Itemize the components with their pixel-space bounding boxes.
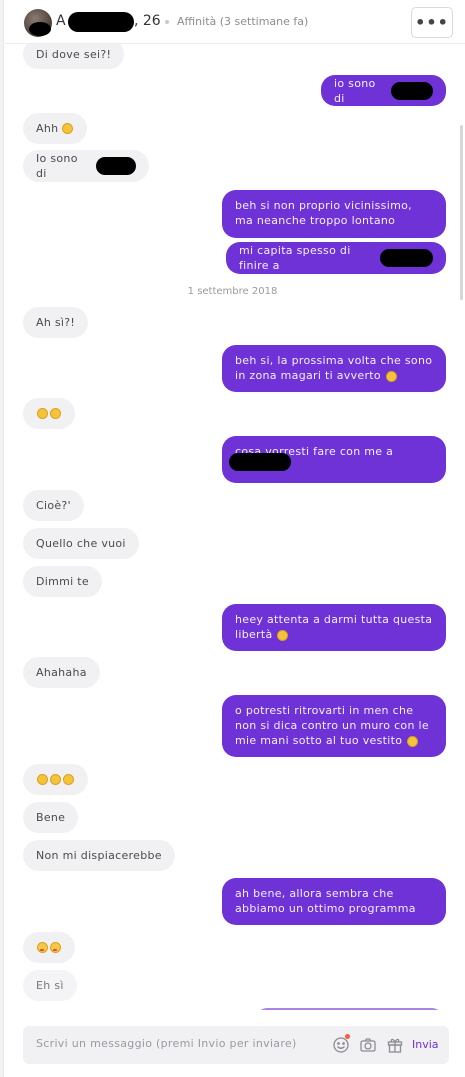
message-text: ah bene, allora sembra che abbiamo un ot… — [235, 887, 416, 915]
message-incoming: Ah sì?! — [23, 307, 89, 338]
send-button[interactable]: Invia — [412, 1038, 439, 1051]
smile-emoji-icon — [385, 370, 397, 382]
avatar-redaction — [29, 22, 51, 36]
message-text: Ah sì?! — [36, 316, 76, 329]
message-incoming: Io sono di — [23, 150, 149, 182]
more-icon: ••• — [415, 13, 449, 32]
message-incoming: Ahahaha — [23, 657, 100, 688]
chat-header: A , 26 Affinità (3 settimane fa) ••• — [5, 0, 465, 44]
scrollbar-thumb[interactable] — [460, 125, 463, 300]
message-text: heey attenta a darmi tutta questa libert… — [235, 613, 433, 641]
message-outgoing: cosa vorresti fare con me a — [222, 436, 446, 483]
redaction — [229, 453, 291, 471]
kiss-emoji-icon — [50, 942, 61, 953]
message-text: Non mi dispiacerebbe — [36, 849, 162, 862]
message-text: Io sono di — [36, 152, 78, 180]
grin-emoji-icon — [50, 774, 61, 785]
message-text: io sono di — [334, 76, 376, 105]
message-outgoing: o potresti ritrovarti in men che non si … — [222, 695, 446, 757]
message-input[interactable]: Scrivi un messaggio (premi Invio per inv… — [23, 1026, 449, 1064]
message-outgoing: heey attenta a darmi tutta questa libert… — [222, 604, 446, 651]
message-incoming: Bene — [23, 802, 79, 833]
redaction — [391, 81, 433, 100]
redaction — [96, 157, 136, 175]
message-outgoing: mi capita spesso di finire a — [226, 242, 446, 274]
redaction — [380, 249, 433, 267]
message-incoming — [23, 764, 88, 795]
contact-age: , 26 — [134, 13, 161, 29]
smile-emoji-icon — [37, 408, 48, 419]
grin-emoji-icon — [37, 774, 48, 785]
message-text: Cioè?' — [36, 499, 71, 512]
message-text: mi capita spesso di finire a — [239, 244, 351, 272]
message-incoming: Non mi dispiacerebbe — [23, 840, 175, 871]
wink-emoji-icon — [407, 735, 419, 747]
message-text: Dimmi te — [36, 575, 89, 588]
separator-dot — [165, 20, 169, 24]
grin-emoji-icon — [277, 629, 289, 641]
message-outgoing: beh si, la prossima volta che sono in zo… — [222, 345, 446, 392]
notification-dot — [345, 1034, 350, 1039]
message-incoming — [23, 398, 75, 429]
kiss-emoji-icon — [37, 942, 48, 953]
contact-name-initial[interactable]: A — [56, 13, 66, 29]
message-text: beh si, la prossima volta che sono in zo… — [235, 354, 433, 382]
grin-emoji-icon — [63, 774, 74, 785]
affinity-status: Affinità (3 settimane fa) — [177, 15, 309, 28]
message-incoming — [23, 932, 75, 963]
message-input-placeholder: Scrivi un messaggio (premi Invio per inv… — [36, 1037, 297, 1050]
message-text: Ahh — [36, 122, 59, 135]
message-text: Bene — [36, 811, 66, 824]
message-incoming: Ahh — [23, 113, 88, 144]
gift-icon[interactable] — [386, 1036, 404, 1054]
message-incoming: Quello che vuoi — [23, 528, 139, 559]
message-text: Di dove sei?! — [36, 47, 112, 61]
more-options-button[interactable]: ••• — [411, 7, 453, 38]
message-incoming: Cioè?' — [23, 490, 84, 521]
message-outgoing: beh si non proprio vicinissimo, ma neanc… — [222, 190, 446, 238]
message-outgoing: io sono di — [321, 75, 446, 106]
date-separator: 1 settembre 2018 — [187, 286, 278, 297]
message-text: Quello che vuoi — [36, 537, 126, 550]
message-text: beh si non proprio vicinissimo, ma neanc… — [235, 199, 412, 227]
message-incoming: Eh sì — [23, 970, 77, 1001]
camera-icon[interactable] — [359, 1036, 377, 1054]
message-text: o potresti ritrovarti in men che non si … — [235, 704, 429, 747]
smile-emoji-icon — [50, 408, 61, 419]
name-redaction — [68, 12, 134, 32]
smile-emoji-icon — [62, 123, 74, 134]
message-text: Ahahaha — [36, 666, 87, 679]
message-incoming: Dimmi te — [23, 566, 102, 597]
message-text: Eh sì — [36, 979, 64, 992]
message-outgoing: ah bene, allora sembra che abbiamo un ot… — [222, 878, 446, 925]
left-border — [0, 0, 4, 1077]
